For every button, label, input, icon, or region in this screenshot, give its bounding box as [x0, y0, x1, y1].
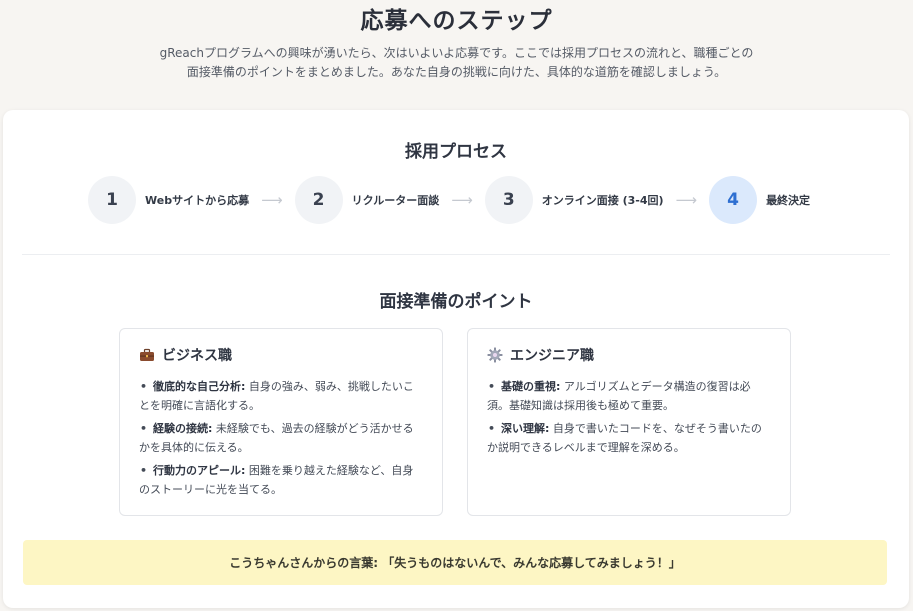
- hero-header: 応募へのステップ gReachプログラムへの興味が湧いたら、次はいよいよ応募です…: [0, 0, 913, 82]
- gear-icon: [487, 347, 503, 363]
- step-label: オンライン面接 (3-4回): [541, 194, 664, 207]
- engineer-tips-card: エンジニア職 • 基礎の重視: アルゴリズムとデータ構造の復習は必須。基礎知識は採…: [467, 328, 791, 516]
- step-label: Webサイトから応募: [145, 194, 250, 207]
- main-card: 採用プロセス 1 Webサイトから応募 ⟶ 2 リクルーター面談 ⟶ 3 オンラ…: [3, 110, 909, 608]
- step-number: 2: [294, 176, 343, 224]
- step-label: リクルーター面談: [351, 194, 440, 207]
- step-number: 1: [88, 176, 136, 224]
- quote-text: こうちゃんさんからの言葉: 「失うものはないんで、みんな応募してみましょう！」: [229, 556, 681, 570]
- tip-heading: 徹底的な自己分析:: [153, 380, 246, 393]
- list-item: • 行動力のアピール: 困難を乗り越えた経験など、自身のストーリーに光を当てる。: [139, 461, 424, 499]
- bullet-icon: •: [488, 422, 496, 435]
- briefcase-icon: [139, 347, 155, 363]
- step-label: 最終決定: [766, 194, 811, 207]
- tips-title: 面接準備のポイント: [379, 292, 533, 312]
- tip-heading: 基礎の重視:: [501, 380, 561, 393]
- bullet-icon: •: [488, 380, 496, 393]
- arrow-right-icon: ⟶: [675, 190, 698, 209]
- tip-heading: 深い理解:: [501, 422, 550, 435]
- business-tips-list: • 徹底的な自己分析: 自身の強み、弱み、挑戦したいことを明確に言語化する。 • 経…: [139, 377, 424, 499]
- engineer-tips-header: エンジニア職: [487, 345, 772, 365]
- list-item: • 経験の接続: 未経験でも、過去の経験がどう活かせるかを具体的に伝える。: [139, 419, 424, 457]
- arrow-right-icon: ⟶: [451, 190, 473, 209]
- page-title: 応募へのステップ: [360, 8, 553, 34]
- engineer-tips-title: エンジニア職: [510, 348, 594, 364]
- section-divider: [22, 254, 890, 255]
- hero-description: gReachプログラムへの興味が湧いたら、次はいよいよ応募です。ここでは採用プロ…: [159, 46, 754, 79]
- arrow-right-icon: ⟶: [261, 190, 283, 209]
- list-item: • 基礎の重視: アルゴリズムとデータ構造の復習は必須。基礎知識は採用後も極めて重…: [487, 377, 772, 415]
- tip-heading: 経験の接続:: [153, 422, 213, 435]
- tip-heading: 行動力のアピール:: [153, 464, 246, 477]
- quote-banner: こうちゃんさんからの言葉: 「失うものはないんで、みんな応募してみましょう！」: [23, 540, 887, 585]
- step-3: 3 オンライン面接 (3-4回): [484, 176, 664, 224]
- list-item: • 深い理解: 自身で書いたコードを、なぜそう書いたのか説明できるレベルまで理解を…: [487, 419, 772, 457]
- bullet-icon: •: [140, 464, 148, 477]
- step-1: 1 Webサイトから応募: [88, 176, 249, 224]
- engineer-tips-list: • 基礎の重視: アルゴリズムとデータ構造の復習は必須。基礎知識は採用後も極めて重…: [487, 377, 772, 457]
- business-tips-header: ビジネス職: [139, 345, 424, 365]
- bullet-icon: •: [140, 422, 148, 435]
- bullet-icon: •: [140, 380, 148, 393]
- step-4: 4 最終決定: [709, 176, 810, 224]
- page: 応募へのステップ gReachプログラムへの興味が湧いたら、次はいよいよ応募です…: [0, 0, 913, 611]
- process-title: 採用プロセス: [405, 142, 507, 162]
- business-tips-title: ビジネス職: [162, 348, 232, 364]
- step-number: 3: [484, 176, 533, 224]
- process-steps: 1 Webサイトから応募 ⟶ 2 リクルーター面談 ⟶ 3 オンライン面接 (3…: [88, 176, 810, 224]
- list-item: • 徹底的な自己分析: 自身の強み、弱み、挑戦したいことを明確に言語化する。: [139, 377, 424, 415]
- step-number-active: 4: [709, 176, 758, 224]
- business-tips-card: ビジネス職 • 徹底的な自己分析: 自身の強み、弱み、挑戦したいことを明確に言語化…: [119, 328, 443, 516]
- step-2: 2 リクルーター面談: [294, 176, 440, 224]
